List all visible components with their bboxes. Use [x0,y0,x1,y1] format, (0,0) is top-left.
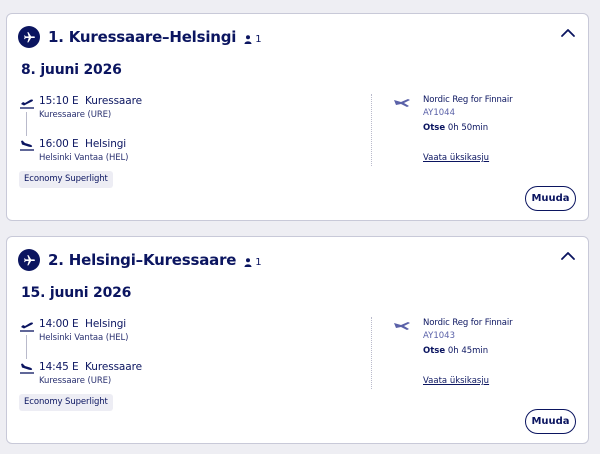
plane-landing-icon [20,363,34,374]
plane-icon [18,249,40,271]
view-details-link[interactable]: Vaata üksikasju [423,153,489,163]
fare-badge: Economy Superlight [19,394,113,411]
operator-name: Nordic Reg for Finnair [423,95,513,105]
operator-name: Nordic Reg for Finnair [423,318,513,328]
flight-card: 2. Helsingi–Kuressaare 1 15. juuni 2026 … [6,236,589,444]
arrival-airport: Helsinki Vantaa (HEL) [39,153,129,163]
departure-city: Helsingi [85,318,127,330]
flight-date: 8. juuni 2026 [21,62,122,78]
plane-landing-icon [20,140,34,151]
departure-airport: Kuressaare (URE) [39,110,112,120]
arrival-time: 16:00 E Helsingi [39,138,127,150]
passenger-count-value: 1 [255,34,262,45]
arrival-time: 14:45 E Kuressaare [39,361,142,373]
route-title: 1. Kuressaare–Helsingi [48,28,237,46]
flight-header: 1. Kuressaare–Helsingi 1 [18,25,262,49]
plane-icon [18,26,40,48]
change-button[interactable]: Muuda [525,186,576,211]
departure-city: Kuressaare [85,95,142,107]
plane-takeoff-icon [20,322,34,332]
change-button[interactable]: Muuda [525,409,576,434]
arrival-airport: Kuressaare (URE) [39,376,112,386]
route-line [26,335,27,359]
passenger-count-value: 1 [255,257,262,268]
route-title: 2. Helsingi–Kuressaare [48,251,237,269]
finnair-logo-icon [394,99,410,107]
duration-value: 0h 50min [447,123,489,133]
divider [371,94,372,166]
fare-badge: Economy Superlight [19,171,113,188]
flight-duration: Otse 0h 50min [423,123,488,133]
duration-value: 0h 45min [447,346,489,356]
finnair-logo-icon [394,322,410,330]
arrival-city: Helsingi [85,138,127,150]
passenger-count: 1 [244,257,262,268]
plane-takeoff-icon [20,99,34,109]
arrival-city: Kuressaare [85,361,142,373]
flight-header: 2. Helsingi–Kuressaare 1 [18,248,262,272]
passenger-count: 1 [244,34,262,45]
flight-date: 15. juuni 2026 [21,285,132,301]
chevron-up-icon[interactable] [560,250,576,262]
departure-time: 15:10 E Kuressaare [39,95,142,107]
direct-label: Otse [423,123,446,133]
view-details-link[interactable]: Vaata üksikasju [423,376,489,386]
direct-label: Otse [423,346,446,356]
flight-number: AY1044 [423,108,455,118]
route-line [26,112,27,136]
person-icon [244,35,252,44]
person-icon [244,258,252,267]
chevron-up-icon[interactable] [560,27,576,39]
flight-number: AY1043 [423,331,455,341]
flight-card: 1. Kuressaare–Helsingi 1 8. juuni 2026 1… [6,13,589,221]
divider [371,317,372,389]
departure-airport: Helsinki Vantaa (HEL) [39,333,129,343]
flight-duration: Otse 0h 45min [423,346,488,356]
departure-time: 14:00 E Helsingi [39,318,127,330]
